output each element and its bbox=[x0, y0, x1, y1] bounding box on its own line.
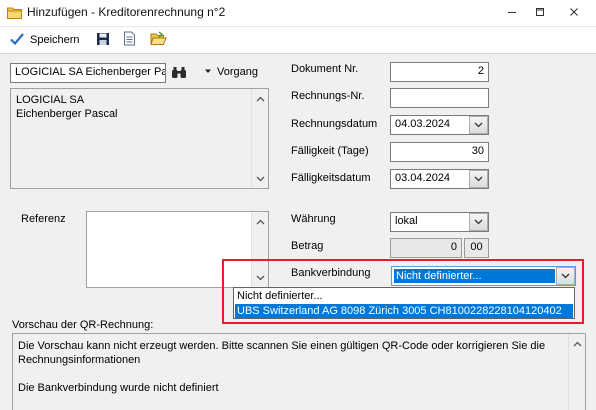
rechnungsdatum-label: Rechnungsdatum bbox=[291, 118, 378, 130]
waehrung-dropdown-button[interactable] bbox=[469, 213, 488, 231]
address-box[interactable]: LOGICIAL SA Eichenberger Pascal bbox=[10, 88, 269, 189]
window-title: Hinzufügen - Kreditorenrechnung n°2 bbox=[27, 5, 226, 19]
address-line-2: Eichenberger Pascal bbox=[16, 108, 118, 120]
rechnungsdatum-dropdown-button[interactable] bbox=[469, 116, 488, 134]
chevron-down-icon bbox=[474, 122, 483, 128]
highlight-frame bbox=[222, 259, 584, 324]
qr-message-line-2: Rechnungsinformationen bbox=[18, 354, 141, 366]
qr-preview-label: Vorschau der QR-Rechnung: bbox=[12, 319, 154, 331]
close-icon bbox=[569, 6, 579, 20]
dokument-nr-label: Dokument Nr. bbox=[291, 63, 359, 75]
minimize-button[interactable] bbox=[500, 3, 524, 23]
creditor-input[interactable]: LOGICIAL SA Eichenberger Pa: bbox=[10, 63, 166, 83]
faelligkeit-field[interactable]: 30 bbox=[390, 142, 489, 162]
scroll-up-icon[interactable] bbox=[253, 214, 268, 229]
rechnungs-nr-label: Rechnungs-Nr. bbox=[291, 90, 365, 102]
rechnungsdatum-value: 04.03.2024 bbox=[395, 118, 451, 130]
faelligkeitsdatum-value: 03.04.2024 bbox=[395, 172, 451, 184]
document-icon bbox=[123, 31, 136, 49]
save-button[interactable]: Speichern bbox=[9, 30, 80, 50]
open-folder-icon bbox=[150, 31, 167, 49]
close-button[interactable] bbox=[562, 3, 586, 23]
qr-preview-box[interactable]: Die Vorschau kann nicht erzeugt werden. … bbox=[12, 333, 586, 410]
app-folder-icon bbox=[7, 6, 22, 22]
address-scrollbar[interactable] bbox=[251, 89, 268, 188]
dokument-nr-field[interactable]: 2 bbox=[390, 62, 489, 82]
floppy-disk-icon bbox=[96, 32, 110, 49]
faelligkeit-label: Fälligkeit (Tage) bbox=[291, 145, 369, 157]
restore-icon bbox=[535, 6, 545, 20]
rechnungs-nr-field[interactable] bbox=[390, 88, 489, 108]
scroll-down-icon[interactable] bbox=[253, 171, 268, 186]
waehrung-label: Währung bbox=[291, 213, 336, 225]
binoculars-icon bbox=[171, 67, 187, 82]
qr-message-line-1: Die Vorschau kann nicht erzeugt werden. … bbox=[18, 340, 546, 352]
save-label: Speichern bbox=[30, 34, 80, 46]
address-line-1: LOGICIAL SA bbox=[16, 94, 85, 106]
restore-button[interactable] bbox=[528, 3, 552, 23]
toolbar: Speichern bbox=[0, 27, 596, 54]
vorgang-dropdown[interactable]: Vorgang bbox=[204, 66, 258, 78]
qr-preview-scrollbar[interactable] bbox=[568, 334, 585, 410]
faelligkeitsdatum-label: Fälligkeitsdatum bbox=[291, 172, 371, 184]
open-folder-button[interactable] bbox=[150, 30, 167, 50]
floppy-button[interactable] bbox=[96, 30, 110, 50]
caret-down-icon bbox=[204, 66, 212, 78]
referenz-label: Referenz bbox=[21, 213, 66, 225]
checkmark-icon bbox=[9, 32, 25, 49]
chevron-down-icon bbox=[474, 176, 483, 182]
vorgang-label: Vorgang bbox=[217, 66, 258, 78]
waehrung-value: lokal bbox=[395, 215, 418, 227]
betrag-cents-field[interactable]: 00 bbox=[464, 238, 489, 258]
betrag-amount-field[interactable]: 0 bbox=[390, 238, 462, 258]
faelligkeitsdatum-dropdown-button[interactable] bbox=[469, 170, 488, 188]
minimize-icon bbox=[507, 6, 517, 20]
betrag-label: Betrag bbox=[291, 240, 324, 252]
scroll-up-icon[interactable] bbox=[253, 91, 268, 106]
title-bar: Hinzufügen - Kreditorenrechnung n°2 bbox=[0, 0, 596, 27]
qr-message-line-3: Die Bankverbindung wurde nicht definiert bbox=[18, 382, 219, 394]
scroll-up-icon[interactable] bbox=[570, 336, 585, 351]
document-button[interactable] bbox=[123, 30, 136, 50]
creditor-search-button[interactable] bbox=[171, 66, 187, 82]
chevron-down-icon bbox=[474, 219, 483, 225]
